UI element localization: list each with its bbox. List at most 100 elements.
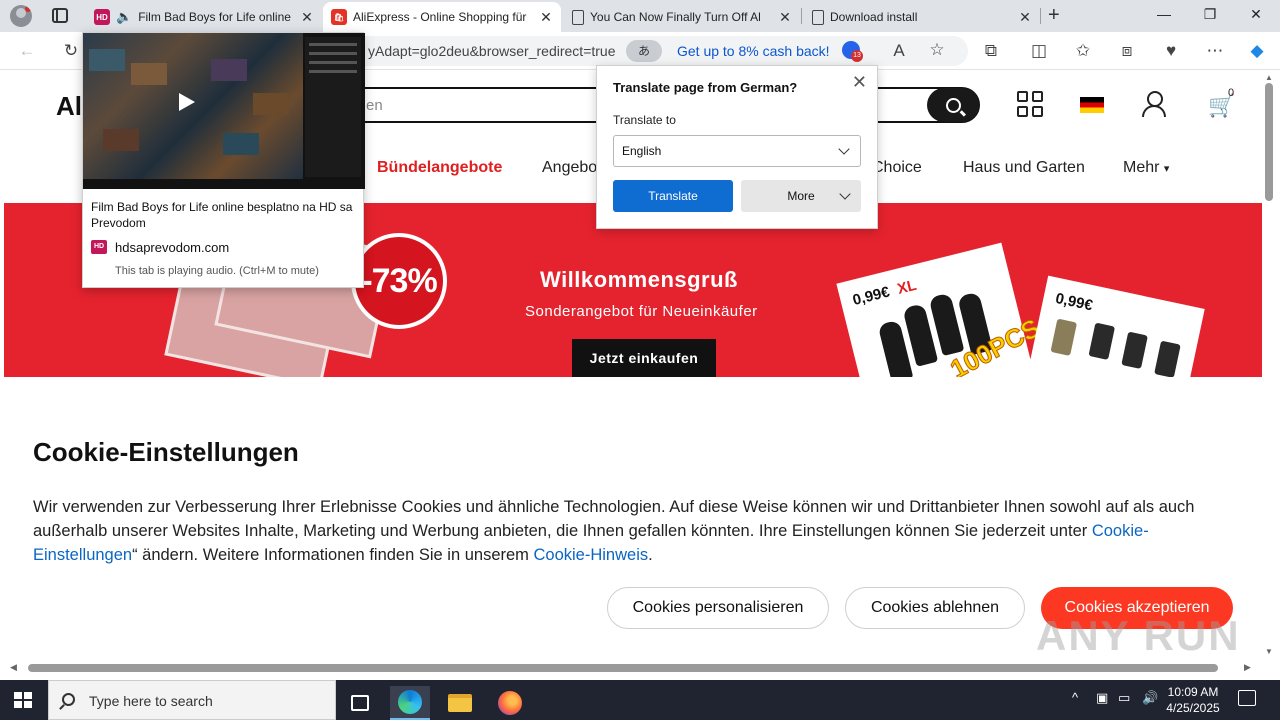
video-frame: [211, 59, 247, 81]
scroll-left-icon[interactable]: ◀: [10, 662, 17, 673]
clipper-image: [1088, 322, 1116, 360]
vertical-scroll-thumb[interactable]: [1265, 83, 1273, 201]
volume-icon[interactable]: 🔊: [1142, 690, 1158, 706]
nav-bundle-deals[interactable]: Bündelangebote: [377, 159, 502, 177]
tab-aliexpress[interactable]: 🛍 AliExpress - Online Shopping für ✕: [323, 2, 561, 32]
nav-home-garden[interactable]: Haus und Garten: [963, 159, 1085, 177]
gloves-product-card[interactable]: 0,99€ XL 100PCS: [836, 242, 1045, 377]
shopping-extension-icon[interactable]: 13: [842, 41, 863, 62]
read-aloud-icon[interactable]: A: [888, 41, 910, 61]
tab-hover-card: Film Bad Boys for Life online besplatno …: [82, 32, 365, 288]
hd-favicon-icon: HD: [94, 9, 110, 25]
tab-title: AliExpress - Online Shopping für: [353, 10, 527, 24]
cookie-description: Wir verwenden zur Verbesserung Ihrer Erl…: [33, 495, 1239, 567]
collections-icon[interactable]: ⧈: [1116, 41, 1138, 61]
nav-angebote[interactable]: Angebo: [542, 159, 597, 177]
tab-download-install[interactable]: Download install ✕: [804, 2, 1040, 32]
account-icon[interactable]: [1142, 91, 1166, 117]
banner-subtitle: Sonderangebot für Neueinkäufer: [525, 303, 758, 320]
taskbar-clock[interactable]: 10:09 AM 4/25/2025: [1158, 684, 1228, 716]
document-favicon-icon: [812, 9, 824, 25]
tab-title: Download install: [830, 10, 918, 24]
network-icon[interactable]: ▭: [1118, 690, 1130, 706]
tab-actions-icon[interactable]: [52, 8, 68, 23]
language-select[interactable]: English: [613, 135, 861, 167]
aliexpress-logo[interactable]: Al: [56, 91, 82, 122]
hd-favicon-icon: HD: [91, 240, 107, 254]
close-tab-icon[interactable]: ✕: [1018, 9, 1032, 26]
cookie-notice-link[interactable]: Cookie-Hinweis: [534, 546, 649, 564]
chevron-down-icon: [838, 143, 850, 155]
search-icon: [945, 97, 961, 113]
close-icon[interactable]: ✕: [852, 72, 867, 93]
address-url[interactable]: yAdapt=glo2deu&browser_redirect=true: [368, 43, 616, 59]
document-favicon-icon: [572, 9, 584, 25]
taskbar-search[interactable]: Type here to search: [48, 680, 336, 720]
tab-preview-thumbnail: [83, 33, 365, 189]
anyrun-watermark: ANY RUN: [1036, 612, 1241, 659]
hover-card-title: Film Bad Boys for Life online besplatno …: [91, 200, 353, 230]
close-tab-icon[interactable]: ✕: [778, 9, 792, 26]
profile-avatar-icon[interactable]: [10, 5, 32, 27]
notifications-icon[interactable]: [1238, 690, 1256, 706]
nav-more[interactable]: Mehr ▾: [1123, 159, 1169, 177]
favorites-icon[interactable]: ✩: [1072, 41, 1094, 61]
back-icon[interactable]: ←: [16, 41, 38, 61]
close-tab-icon[interactable]: ✕: [300, 9, 314, 26]
cashback-offer[interactable]: Get up to 8% cash back!: [677, 43, 830, 59]
qr-app-icon[interactable]: [1017, 91, 1043, 117]
search-button[interactable]: [927, 88, 979, 122]
more-options-button[interactable]: More: [741, 180, 861, 212]
germany-flag-icon[interactable]: [1080, 97, 1104, 113]
clock-date: 4/25/2025: [1166, 701, 1220, 715]
folder-icon: [448, 694, 472, 712]
tab-title: Film Bad Boys for Life online: [138, 10, 291, 24]
nav-choice[interactable]: Choice: [872, 159, 922, 177]
speaker-icon[interactable]: 🔈: [116, 9, 132, 25]
translate-icon[interactable]: あ: [626, 40, 662, 62]
scroll-right-icon[interactable]: ▶: [1244, 662, 1251, 673]
restore-icon[interactable]: ❐: [1200, 6, 1220, 23]
file-explorer-taskbar-button[interactable]: [440, 686, 480, 720]
close-window-icon[interactable]: ✕: [1246, 6, 1266, 23]
decline-cookies-button[interactable]: Cookies ablehnen: [845, 587, 1025, 629]
scroll-up-icon[interactable]: ▲: [1265, 73, 1273, 82]
shop-now-button[interactable]: Jetzt einkaufen: [572, 339, 716, 377]
video-frame: [223, 133, 259, 155]
horizontal-scrollbar[interactable]: ◀ ▶: [4, 660, 1262, 676]
tab-turn-off-ai[interactable]: You Can Now Finally Turn Off Al ✕: [564, 2, 800, 32]
performance-icon[interactable]: ♥: [1160, 41, 1182, 61]
firefox-taskbar-button[interactable]: [490, 686, 530, 720]
tab-separator: [801, 8, 802, 24]
clipper-image: [1121, 331, 1148, 369]
browser-tab-strip: HD 🔈 Film Bad Boys for Life online ✕ 🛍 A…: [0, 0, 1280, 32]
favorite-star-icon[interactable]: ☆: [926, 40, 948, 60]
tab-title: You Can Now Finally Turn Off Al: [590, 10, 761, 24]
vertical-scrollbar[interactable]: ▲ ▼: [1262, 71, 1276, 661]
windows-start-icon[interactable]: [14, 692, 32, 708]
horizontal-scroll-thumb[interactable]: [28, 664, 1218, 672]
translate-button[interactable]: Translate: [613, 180, 733, 212]
tab-hdsaprevodom[interactable]: HD 🔈 Film Bad Boys for Life online ✕: [86, 2, 322, 32]
scroll-down-icon[interactable]: ▼: [1265, 647, 1273, 656]
new-tab-icon[interactable]: +: [1048, 4, 1060, 27]
taskbar-search-placeholder: Type here to search: [89, 693, 213, 709]
close-tab-icon[interactable]: ✕: [539, 9, 553, 26]
extensions-icon[interactable]: ⧉: [980, 41, 1002, 61]
banner-title: Willkommensgruß: [540, 267, 738, 292]
split-screen-icon[interactable]: ◫: [1028, 41, 1050, 61]
edge-taskbar-button[interactable]: [390, 686, 430, 720]
selected-language: English: [622, 144, 662, 158]
clipper-product-card[interactable]: 0,99€: [1023, 275, 1205, 377]
personalize-cookies-button[interactable]: Cookies personalisieren: [607, 587, 829, 629]
refresh-icon[interactable]: ↻: [60, 41, 82, 61]
copilot-icon[interactable]: ◆: [1246, 41, 1268, 61]
more-menu-icon[interactable]: ⋯: [1204, 41, 1226, 61]
nav-more-label: Mehr: [1123, 159, 1160, 176]
chevron-up-icon[interactable]: ^: [1072, 690, 1078, 705]
task-view-button[interactable]: [340, 686, 380, 720]
cart-count: 0: [1228, 87, 1235, 99]
device-icon[interactable]: ▣: [1096, 690, 1108, 706]
clipper-image: [1154, 340, 1181, 377]
minimize-icon[interactable]: —: [1154, 6, 1174, 22]
